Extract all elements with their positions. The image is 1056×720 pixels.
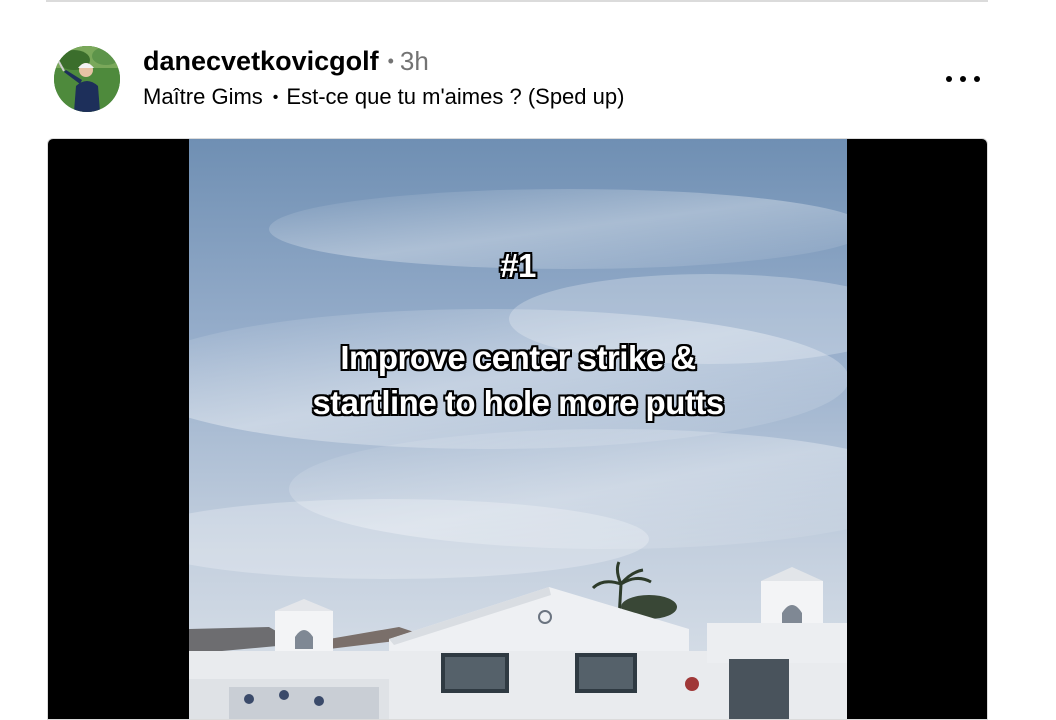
more-dot <box>974 76 980 82</box>
post-time[interactable]: 3h <box>400 46 429 76</box>
video-caption-line-1: Improve center strike & <box>340 339 696 376</box>
video-overlay-number: #1 <box>500 247 536 284</box>
more-options-icon[interactable] <box>946 68 980 90</box>
media-frame[interactable]: #1 Improve center strike & startline to … <box>47 138 988 720</box>
avatar[interactable] <box>54 46 120 112</box>
video-overlay-caption: Improve center strike & startline to hol… <box>189 335 847 425</box>
golfer-avatar-image <box>54 46 120 112</box>
post-header: danecvetkovicgolf • 3h Maître Gims • Est-ce … <box>54 44 986 114</box>
video-player[interactable]: #1 Improve center strike & startline to … <box>189 139 847 719</box>
more-dot <box>946 76 952 82</box>
video-frame-image <box>189 139 847 719</box>
video-caption-line-2: startline to hole more putts <box>312 384 724 421</box>
audio-separator: • <box>272 89 279 106</box>
audio-attribution: Maître Gims • Est-ce que tu m'aimes ? (Spe… <box>143 83 624 112</box>
audio-title-link[interactable]: Est-ce que tu m'aimes ? (Sped up) <box>286 84 624 109</box>
feed-divider <box>46 0 988 2</box>
author-line: danecvetkovicgolf • 3h <box>143 45 429 82</box>
username-link[interactable]: danecvetkovicgolf <box>143 46 379 76</box>
meta-separator: • <box>387 51 394 71</box>
more-dot <box>960 76 966 82</box>
audio-artist-link[interactable]: Maître Gims <box>143 84 263 109</box>
